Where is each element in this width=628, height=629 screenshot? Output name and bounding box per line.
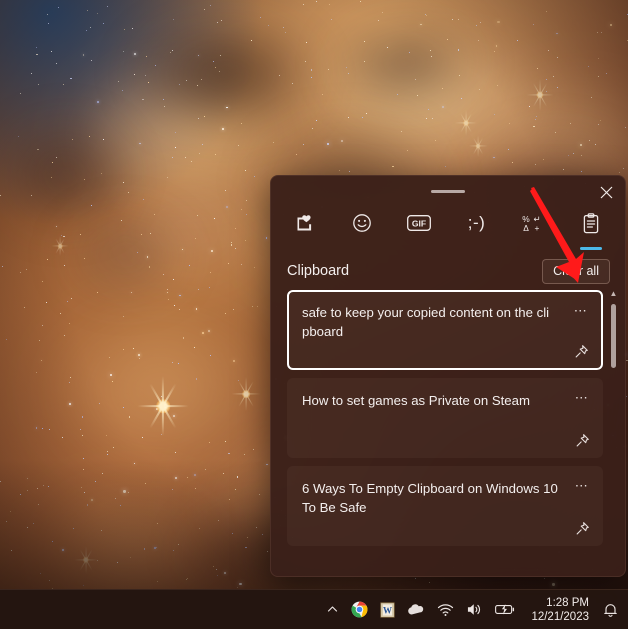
tab-emoji[interactable] xyxy=(342,210,382,246)
clipboard-item-list: safe to keep your copied content on the … xyxy=(271,290,625,577)
clipboard-item-text: safe to keep your copied content on the … xyxy=(302,303,560,341)
clock[interactable]: 1:28 PM 12/21/2023 xyxy=(521,593,597,627)
cloud-icon[interactable] xyxy=(401,593,431,627)
clipboard-item-text: 6 Ways To Empty Clipboard on Windows 10 … xyxy=(302,479,560,517)
clear-all-button[interactable]: Clear all xyxy=(542,259,610,284)
clock-time: 1:28 PM xyxy=(546,596,589,610)
item-more-options-icon[interactable]: ⋯ xyxy=(570,475,594,497)
gif-icon: GIF xyxy=(407,210,431,236)
tab-clipboard[interactable] xyxy=(571,210,611,246)
smiley-icon xyxy=(352,210,372,236)
tab-indicator xyxy=(523,247,545,250)
svg-text:Δ: Δ xyxy=(523,223,529,233)
chevron-up-icon[interactable] xyxy=(320,593,345,627)
tab-indicator xyxy=(580,247,602,250)
item-more-options-icon[interactable]: ⋯ xyxy=(569,300,593,322)
tab-indicator xyxy=(408,247,430,250)
tab-symbols[interactable]: % ↵ Δ + xyxy=(514,210,554,246)
panel-title-bar xyxy=(271,176,625,210)
battery-charging-icon[interactable] xyxy=(489,593,521,627)
item-more-options-icon[interactable]: ⋯ xyxy=(570,387,594,409)
close-icon[interactable] xyxy=(593,180,619,204)
scroll-up-arrow-icon[interactable]: ▲ xyxy=(610,290,618,298)
list-item[interactable]: 6 Ways To Empty Clipboard on Windows 10 … xyxy=(287,466,603,546)
clock-date: 12/21/2023 xyxy=(531,610,589,624)
panel-drag-handle[interactable] xyxy=(431,190,465,193)
tab-indicator xyxy=(466,247,488,250)
pin-icon[interactable] xyxy=(569,340,593,362)
clipboard-icon xyxy=(581,210,601,236)
list-item[interactable]: How to set games as Private on Steam ⋯ xyxy=(287,378,603,458)
chrome-icon[interactable] xyxy=(345,593,374,627)
tab-indicator xyxy=(351,247,373,250)
page-title: Clipboard xyxy=(287,263,349,279)
bell-icon[interactable] xyxy=(597,593,628,627)
symbols-icon: % ↵ Δ + xyxy=(522,210,546,236)
pin-icon[interactable] xyxy=(570,429,594,451)
panel-tab-strip: GIF ;-) % ↵ Δ + xyxy=(271,210,625,246)
tab-indicator xyxy=(294,247,316,250)
taskbar: W xyxy=(0,589,628,629)
svg-text:GIF: GIF xyxy=(412,218,426,228)
pin-icon[interactable] xyxy=(570,517,594,539)
kaomoji-icon: ;-) xyxy=(468,210,486,236)
tab-recently-used[interactable] xyxy=(285,210,325,246)
clipboard-item-text: How to set games as Private on Steam xyxy=(302,391,560,410)
speaker-icon[interactable] xyxy=(460,593,489,627)
svg-text:W: W xyxy=(383,605,392,615)
tab-gif[interactable]: GIF xyxy=(399,210,439,246)
list-item[interactable]: safe to keep your copied content on the … xyxy=(287,290,603,370)
system-tray: W xyxy=(320,590,628,629)
emoji-clipboard-panel: GIF ;-) % ↵ Δ + xyxy=(270,175,626,577)
word-icon[interactable]: W xyxy=(374,593,401,627)
tab-kaomoji[interactable]: ;-) xyxy=(457,210,497,246)
svg-text:+: + xyxy=(534,223,539,233)
scrollbar-thumb[interactable] xyxy=(611,304,616,368)
clipboard-section-header: Clipboard Clear all xyxy=(271,246,625,290)
heart-box-icon xyxy=(295,210,315,236)
wifi-icon[interactable] xyxy=(431,593,460,627)
list-scrollbar[interactable]: ▲ ▼ xyxy=(607,290,620,577)
